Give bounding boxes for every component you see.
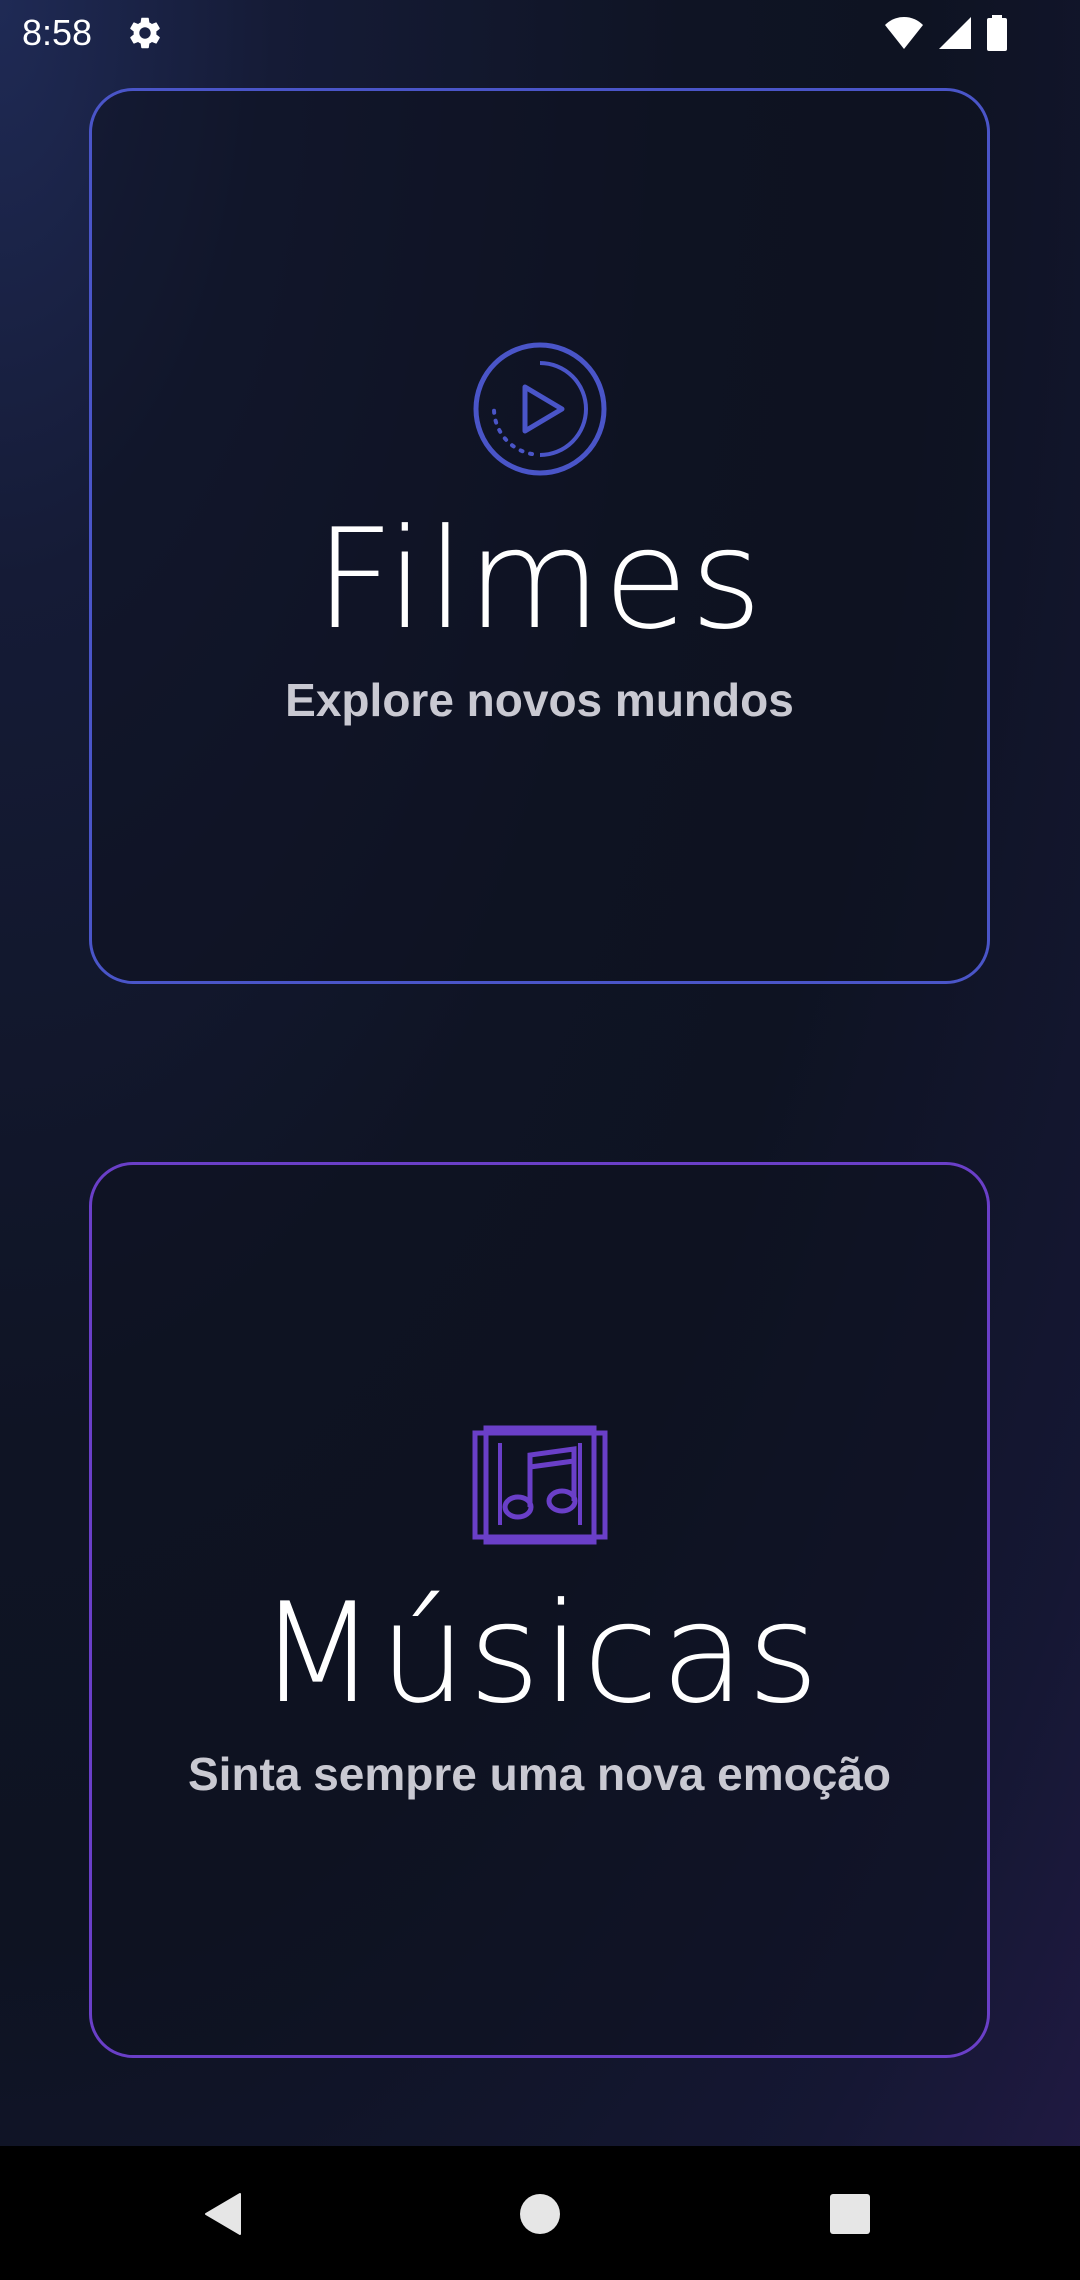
home-icon[interactable]: [516, 2190, 564, 2238]
movies-subtitle: Explore novos mundos: [285, 674, 794, 726]
wifi-icon: [885, 17, 923, 49]
music-title: Músicas: [257, 1573, 822, 1734]
battery-icon: [987, 15, 1007, 51]
navigation-bar: [0, 2146, 1080, 2280]
recents-icon[interactable]: [826, 2190, 874, 2238]
music-card[interactable]: Músicas Sinta sempre uma nova emoção: [89, 1162, 990, 2058]
play-circle-icon: [473, 342, 606, 476]
gear-icon: [130, 17, 160, 49]
back-icon[interactable]: [200, 2190, 248, 2238]
status-bar: 8:58: [0, 0, 1080, 66]
signal-icon: [939, 17, 971, 49]
music-subtitle: Sinta sempre uma nova emoção: [187, 1748, 892, 1800]
music-album-icon: [472, 1425, 607, 1545]
movies-title: Filmes: [314, 499, 765, 660]
status-icons: [884, 14, 1008, 52]
status-time: 8:58: [22, 12, 93, 53]
movies-card[interactable]: Filmes Explore novos mundos: [89, 88, 990, 984]
